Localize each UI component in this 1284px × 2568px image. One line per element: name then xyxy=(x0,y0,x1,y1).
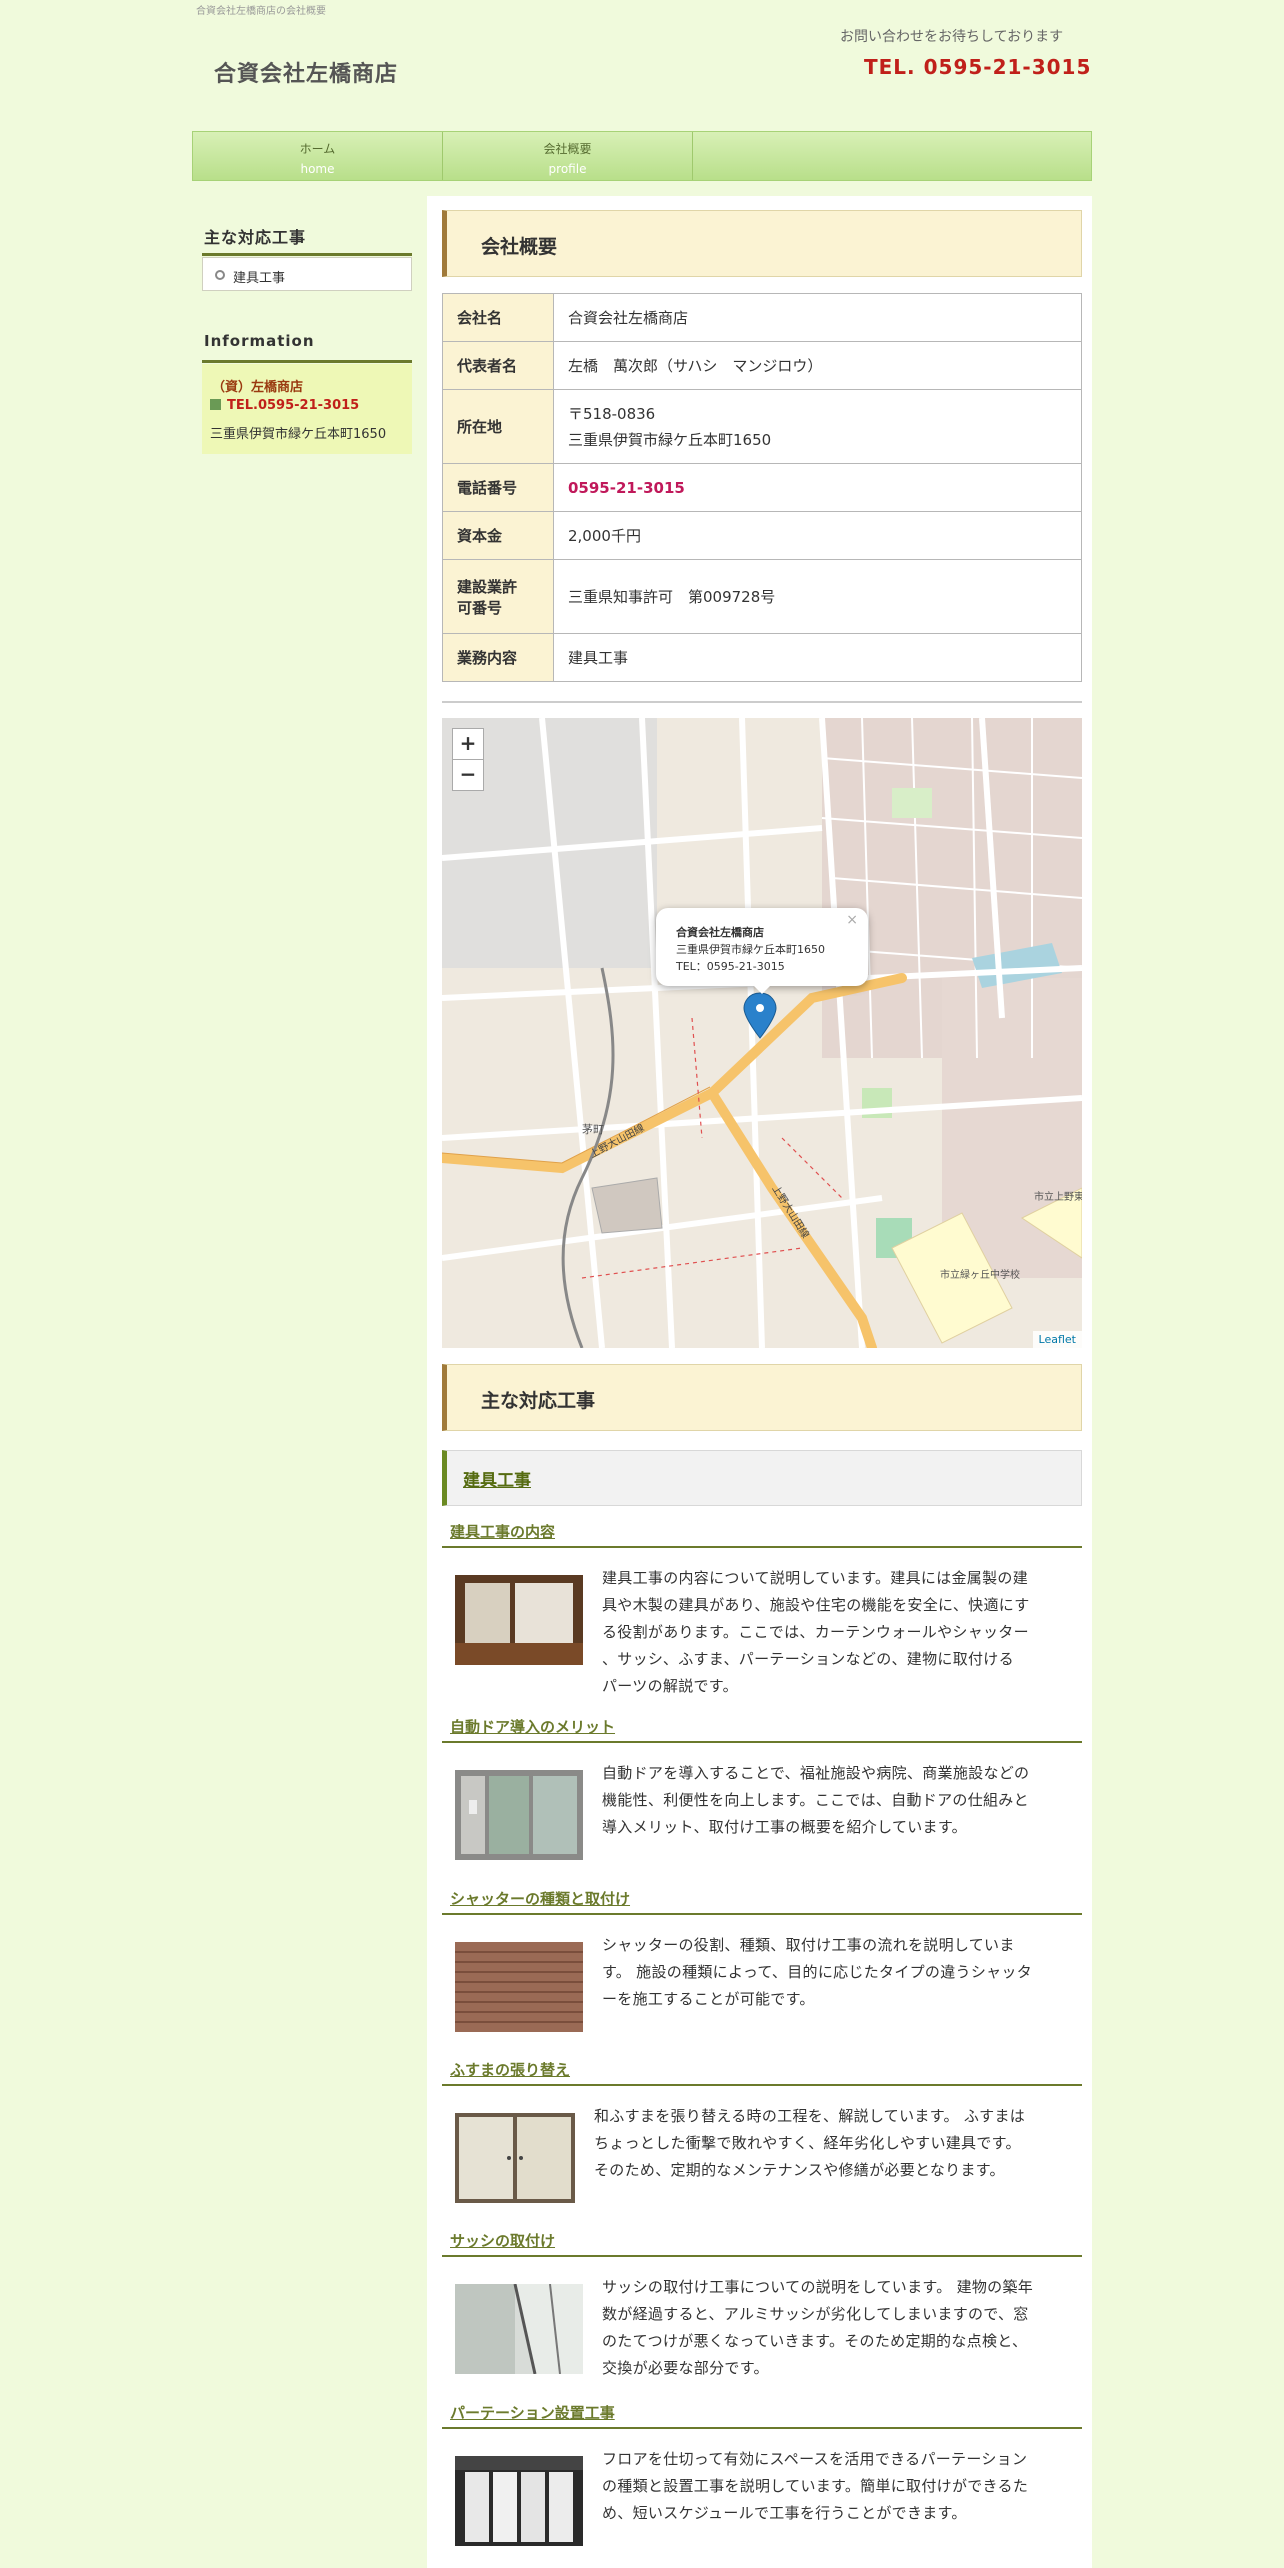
info-address: 三重県伊賀市緑ケ丘本町1650 xyxy=(210,427,387,442)
table-row: 資本金 2,000千円 xyxy=(442,511,1082,560)
work-divider xyxy=(442,2427,1082,2429)
map-label-station: 茅町 xyxy=(582,1123,604,1136)
company-heading: 会社概要 xyxy=(442,210,1082,277)
location-map[interactable]: 茅町 上野大山田線 上野大山田線 市立緑ヶ丘中学校 市立上野東小学校 + − ×… xyxy=(442,718,1082,1348)
map-label-school2: 市立上野東小学校 xyxy=(1034,1190,1082,1203)
global-nav: ホーム home 会社概要 profile xyxy=(192,131,1092,181)
table-row: 所在地 〒518-0836 三重県伊賀市緑ケ丘本町1650 xyxy=(442,389,1082,464)
work-divider xyxy=(442,1741,1082,1743)
table-label: 会社名 xyxy=(442,293,554,342)
works-heading-text: 主な対応工事 xyxy=(481,1390,596,1412)
sidebar-item-label: 建具工事 xyxy=(233,271,286,286)
table-label: 資本金 xyxy=(442,511,554,560)
map-label-school: 市立緑ヶ丘中学校 xyxy=(940,1268,1020,1281)
sidebar-item-tategu[interactable]: 建具工事 xyxy=(202,257,412,291)
table-label-line2: 可番号 xyxy=(457,598,503,617)
work-title[interactable]: 建具工事の内容 xyxy=(450,1521,555,1542)
table-value: 〒518-0836 三重県伊賀市緑ケ丘本町1650 xyxy=(553,389,1082,464)
popup-tel: TEL：0595-21-3015 xyxy=(676,960,785,973)
bullet-icon xyxy=(215,270,225,280)
work-description: 建具工事の内容について説明しています。建具には金属製の建 具や木製の建具があり、施… xyxy=(602,1569,1030,1695)
nav-item-sublabel: home xyxy=(300,162,335,176)
company-heading-text: 会社概要 xyxy=(481,236,558,258)
work-divider xyxy=(442,2255,1082,2257)
works-heading: 主な対応工事 xyxy=(442,1364,1082,1431)
nav-item-label: 会社概要 xyxy=(543,142,592,156)
map-attribution[interactable]: Leaflet xyxy=(1032,1331,1082,1348)
work-title[interactable]: パーテーション設置工事 xyxy=(450,2402,615,2423)
table-label: 代表者名 xyxy=(442,341,554,390)
contact-message: お問い合わせをお待ちしております xyxy=(840,29,1064,45)
table-row: 業務内容 建具工事 xyxy=(442,633,1082,682)
work-description: フロアを仕切って有効にスペースを活用できるパーテーション の種類と設置工事を説明し… xyxy=(602,2450,1029,2522)
address: 三重県伊賀市緑ケ丘本町1650 xyxy=(568,430,772,449)
work-divider xyxy=(442,1913,1082,1915)
work-title[interactable]: 自動ドア導入のメリット xyxy=(450,1716,615,1737)
table-value: 合資会社左橋商店 xyxy=(553,293,1082,342)
work-description: 自動ドアを導入することで、福祉施設や病院、商業施設などの 機能性、利便性を向上しま… xyxy=(602,1764,1030,1836)
partition-photo xyxy=(455,2456,583,2546)
sidebar-works-heading: 主な対応工事 xyxy=(204,228,307,247)
section-divider xyxy=(442,701,1082,703)
work-title[interactable]: サッシの取付け xyxy=(450,2230,555,2251)
company-table: 会社名 合資会社左橋商店 代表者名 左橋 萬次郎（サハシ マンジロウ） 所在地 … xyxy=(442,293,1082,682)
table-label: 所在地 xyxy=(442,389,554,464)
contact-tel[interactable]: TEL. 0595-21-3015 xyxy=(864,55,1091,79)
site-title[interactable]: 合資会社左橋商店 xyxy=(214,56,398,88)
close-icon[interactable]: × xyxy=(846,912,858,928)
nav-item-profile[interactable]: 会社概要 profile xyxy=(443,132,693,180)
zoom-out-button[interactable]: − xyxy=(452,759,484,791)
table-row: 会社名 合資会社左橋商店 xyxy=(442,293,1082,342)
info-tel[interactable]: TEL.0595-21-3015 xyxy=(227,398,359,413)
works-category: 建具工事 xyxy=(442,1450,1082,1506)
work-title[interactable]: ふすまの張り替え xyxy=(450,2059,570,2080)
sidebar-info-heading: Information xyxy=(204,332,315,350)
postal-code: 〒518-0836 xyxy=(568,404,656,423)
table-label: 業務内容 xyxy=(442,633,554,682)
info-company-name: （資）左橋商店 xyxy=(212,380,304,395)
table-row: 建設業許 可番号 三重県知事許可 第009728号 xyxy=(442,559,1082,634)
map-popup: × 合資会社左橋商店 三重県伊賀市緑ケ丘本町1650 TEL：0595-21-3… xyxy=(656,908,868,994)
map-tiles: 茅町 上野大山田線 上野大山田線 市立緑ヶ丘中学校 市立上野東小学校 xyxy=(442,718,1082,1348)
table-value: 2,000千円 xyxy=(553,511,1082,560)
auto-door-photo xyxy=(455,1770,583,1860)
table-row: 電話番号 0595-21-3015 xyxy=(442,463,1082,512)
sidebar-divider xyxy=(202,360,412,363)
work-description: シャッターの役割、種類、取付け工事の流れを説明していま す。 施設の種類によって、… xyxy=(602,1936,1033,2008)
nav-item-label: ホーム xyxy=(299,142,336,156)
site-tagline: 合資会社左橋商店の会社概要 xyxy=(196,6,326,17)
table-row: 代表者名 左橋 萬次郎（サハシ マンジロウ） xyxy=(442,341,1082,390)
work-description: サッシの取付け工事についての説明をしています。 建物の築年 数が経過すると、アルミ… xyxy=(602,2278,1034,2377)
table-value: 三重県知事許可 第009728号 xyxy=(553,559,1082,634)
tel-link[interactable]: 0595-21-3015 xyxy=(553,463,1082,512)
sidebar-divider xyxy=(202,253,412,256)
nav-item-sublabel: profile xyxy=(548,162,587,176)
table-label: 電話番号 xyxy=(442,463,554,512)
popup-address: 三重県伊賀市緑ケ丘本町1650 xyxy=(676,943,825,956)
tategu-photo xyxy=(455,1575,583,1665)
work-divider xyxy=(442,2084,1082,2086)
table-label: 建設業許 可番号 xyxy=(442,559,554,634)
fusuma-photo xyxy=(455,2113,575,2203)
phone-icon xyxy=(210,399,221,410)
shutter-photo xyxy=(455,1942,583,2032)
table-value: 建具工事 xyxy=(553,633,1082,682)
sash-photo xyxy=(455,2284,583,2374)
work-title[interactable]: シャッターの種類と取付け xyxy=(450,1888,630,1909)
zoom-in-button[interactable]: + xyxy=(452,728,484,760)
nav-item-home[interactable]: ホーム home xyxy=(193,132,443,180)
work-divider xyxy=(442,1546,1082,1548)
table-value: 左橋 萬次郎（サハシ マンジロウ） xyxy=(553,341,1082,390)
work-description: 和ふすまを張り替える時の工程を、解説しています。 ふすまは ちょっとした衝撃で敗れ… xyxy=(594,2107,1026,2179)
popup-company-name: 合資会社左橋商店 xyxy=(676,926,764,939)
popup-tip xyxy=(752,984,772,994)
table-label-line1: 建設業許 xyxy=(457,577,518,596)
works-category-link[interactable]: 建具工事 xyxy=(463,1466,531,1491)
